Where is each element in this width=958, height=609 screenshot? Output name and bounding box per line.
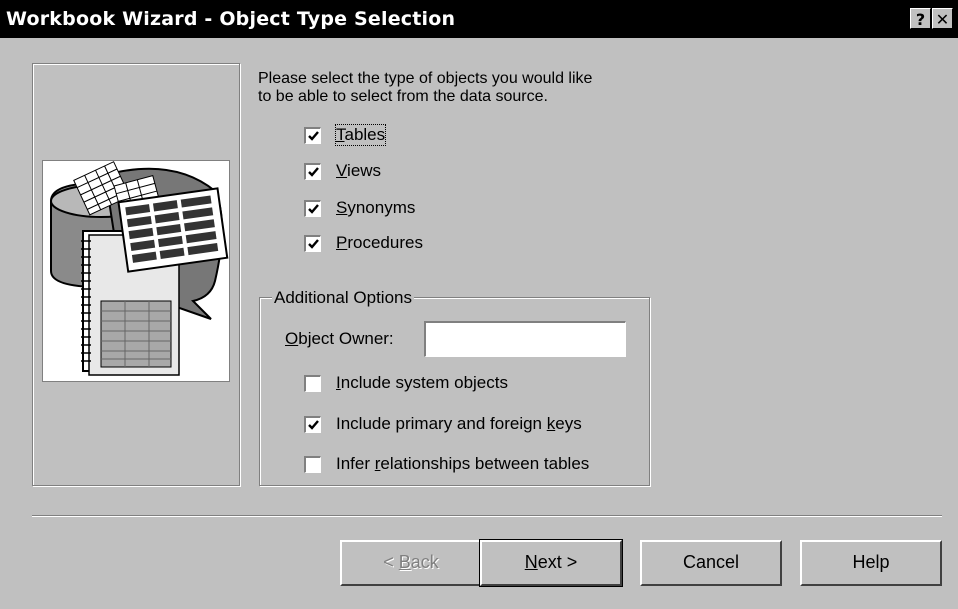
instructions-text: Please select the type of objects you wo… (258, 70, 592, 106)
object-owner-input[interactable] (424, 321, 626, 357)
object-owner-label: Object Owner: (285, 329, 394, 348)
procedures-label[interactable]: Procedures (336, 233, 423, 253)
tables-label[interactable]: Tables (334, 124, 387, 146)
views-checkbox[interactable] (304, 163, 321, 180)
next-button[interactable]: Next > (479, 539, 623, 587)
synonyms-label[interactable]: Synonyms (336, 198, 415, 218)
include-system-objects-checkbox[interactable] (304, 375, 321, 392)
close-title-button[interactable]: ✕ (932, 8, 953, 29)
separator (32, 515, 942, 517)
help-button[interactable]: Help (800, 540, 942, 586)
procedures-checkbox[interactable] (304, 235, 321, 252)
checkmark-icon (308, 239, 319, 249)
cancel-button[interactable]: Cancel (640, 540, 782, 586)
checkmark-icon (308, 204, 319, 214)
wizard-illustration (42, 160, 230, 382)
instructions-line-1: Please select the type of objects you wo… (258, 70, 593, 87)
infer-relationships-label[interactable]: Infer relationships between tables (336, 454, 589, 474)
help-title-button[interactable]: ? (910, 8, 931, 29)
include-system-objects-label[interactable]: Include system objects (336, 373, 508, 393)
instructions-line-2: to be able to select from the data sourc… (258, 88, 548, 105)
checkmark-icon (308, 420, 319, 430)
window-title: Workbook Wizard - Object Type Selection (6, 8, 456, 30)
synonyms-checkbox[interactable] (304, 200, 321, 217)
include-keys-checkbox[interactable] (304, 416, 321, 433)
views-label[interactable]: Views (336, 161, 381, 181)
checkmark-icon (308, 131, 319, 141)
infer-relationships-checkbox[interactable] (304, 456, 321, 473)
include-keys-label[interactable]: Include primary and foreign keys (336, 414, 582, 434)
additional-options-title: Additional Options (272, 288, 414, 308)
title-bar: Workbook Wizard - Object Type Selection … (0, 0, 958, 38)
tables-checkbox[interactable] (304, 127, 321, 144)
wizard-dialog: Workbook Wizard - Object Type Selection … (0, 0, 958, 609)
checkmark-icon (308, 167, 319, 177)
back-button[interactable]: < Back (340, 540, 482, 586)
